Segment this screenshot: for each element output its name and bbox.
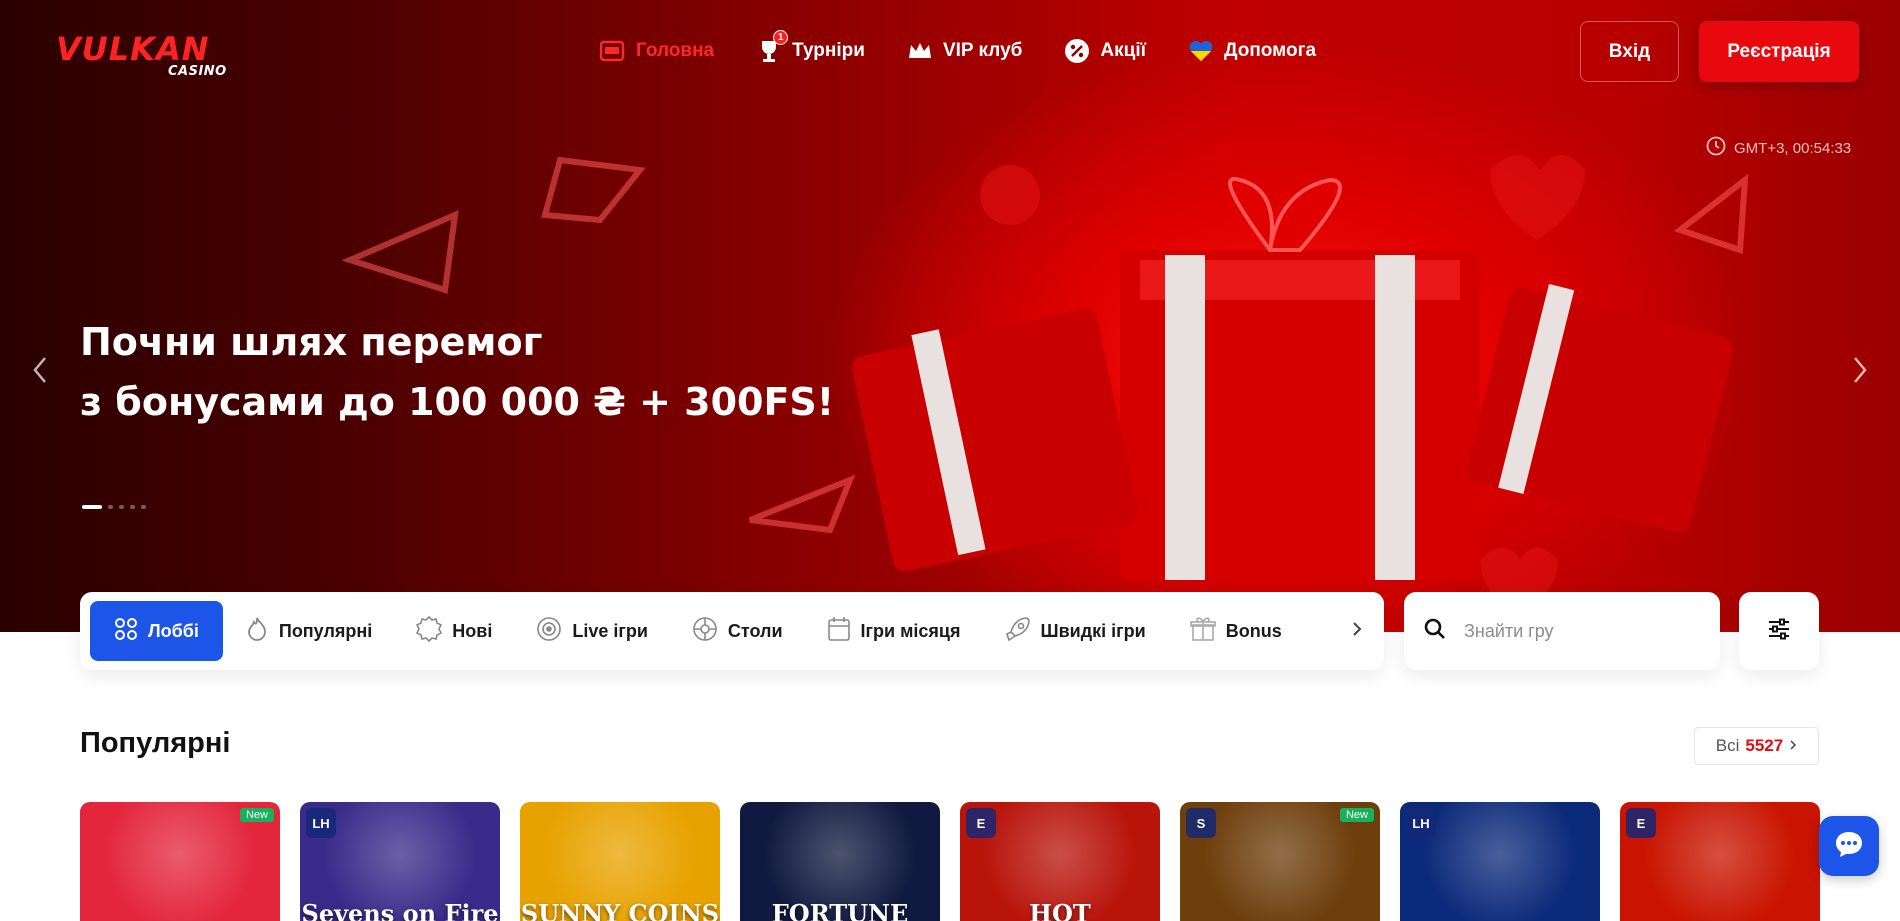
game-grid: New LH Sevens on Fire SUNNY COINS FORTUNE E HO… bbox=[80, 802, 1820, 921]
game-title: FORTUNE bbox=[771, 899, 909, 921]
calendar-icon bbox=[827, 616, 851, 647]
vulkan-logo[interactable]: VULKAN CASINO bbox=[56, 22, 246, 84]
category-label: Ігри місяця bbox=[860, 620, 961, 641]
nav-item-vip[interactable]: VIP клуб bbox=[907, 38, 1022, 64]
grid-icon bbox=[114, 617, 138, 646]
chevron-right-icon bbox=[1789, 736, 1797, 756]
tournaments-badge: 1 bbox=[773, 30, 789, 45]
category-label: Нові bbox=[452, 620, 493, 641]
search-icon bbox=[1424, 618, 1446, 645]
category-label: Bonus bbox=[1225, 620, 1282, 641]
category-bar: Лоббі Популярні Нові Live ігри Столи Ігр… bbox=[80, 592, 1384, 670]
logo-text: VULKAN bbox=[56, 30, 210, 68]
nav-label-tournaments: Турніри bbox=[792, 40, 865, 61]
new-icon bbox=[416, 615, 443, 647]
new-badge: New bbox=[239, 808, 274, 822]
heart-icon bbox=[1188, 38, 1214, 64]
category-bonus[interactable]: Bonus bbox=[1168, 601, 1304, 661]
category-new[interactable]: Нові bbox=[394, 601, 514, 661]
category-lobby[interactable]: Лоббі bbox=[90, 601, 223, 661]
game-tile[interactable]: New bbox=[80, 802, 280, 921]
slider-dot[interactable] bbox=[130, 505, 135, 509]
site-header: VULKAN CASINO Головна 1 Турніри VIP клуб bbox=[0, 0, 1900, 110]
game-title: SUNNY COINS bbox=[520, 899, 720, 921]
nav-label-vip: VIP клуб bbox=[942, 40, 1023, 61]
nav-label-home: Головна bbox=[636, 40, 715, 61]
new-badge: New bbox=[1339, 808, 1374, 822]
search-box bbox=[1404, 592, 1720, 670]
chevron-right-icon bbox=[1852, 356, 1868, 389]
slider-dots bbox=[82, 505, 146, 509]
slider-prev-button[interactable] bbox=[20, 352, 60, 392]
category-label: Лоббі bbox=[148, 620, 199, 641]
roulette-icon bbox=[692, 616, 718, 647]
trophy-icon: 1 bbox=[756, 30, 789, 64]
category-scroll-right[interactable] bbox=[1304, 592, 1384, 670]
category-popular[interactable]: Популярні bbox=[223, 601, 394, 661]
game-title: Sevens on Fire bbox=[301, 899, 499, 921]
crown-icon bbox=[907, 38, 933, 64]
view-all-label: Всі bbox=[1715, 736, 1740, 755]
nav-label-promotions: Акції bbox=[1100, 40, 1146, 61]
game-tile[interactable]: FORTUNE bbox=[740, 802, 940, 921]
slider-next-button[interactable] bbox=[1840, 352, 1880, 392]
rocket-icon bbox=[1005, 616, 1031, 647]
game-tile[interactable]: S New bbox=[1180, 802, 1380, 921]
clock-text: GMT+3, 00:54:33 bbox=[1734, 139, 1852, 157]
provider-logo: LH bbox=[306, 808, 336, 838]
hero-headline: Почни шлях перемог з бонусами до 100 000… bbox=[80, 312, 834, 432]
hero-line-1: Почни шлях перемог bbox=[80, 320, 543, 364]
gift-icon bbox=[1189, 616, 1216, 647]
chevron-right-icon bbox=[1352, 621, 1362, 642]
chat-button[interactable] bbox=[1819, 816, 1879, 876]
game-tile[interactable]: E bbox=[1620, 802, 1820, 921]
nav-item-tournaments[interactable]: 1 Турніри bbox=[756, 30, 865, 64]
game-tile[interactable]: SUNNY COINS bbox=[520, 802, 720, 921]
game-title: HOT bbox=[1029, 899, 1091, 921]
category-label: Швидкі ігри bbox=[1040, 620, 1146, 641]
category-label: Популярні bbox=[278, 620, 373, 641]
register-button[interactable]: Реєстрація bbox=[1699, 21, 1859, 82]
category-live[interactable]: Live ігри bbox=[514, 601, 670, 661]
category-tables[interactable]: Столи bbox=[670, 601, 805, 661]
live-icon bbox=[536, 616, 562, 647]
category-month-games[interactable]: Ігри місяця bbox=[805, 601, 983, 661]
game-tile[interactable]: LH Sevens on Fire bbox=[300, 802, 500, 921]
login-button[interactable]: Вхід bbox=[1580, 21, 1679, 82]
provider-logo: E bbox=[966, 808, 996, 838]
slider-dot[interactable] bbox=[119, 505, 124, 509]
nav-item-home[interactable]: Головна bbox=[600, 38, 714, 64]
provider-logo: S bbox=[1186, 808, 1216, 838]
fire-icon bbox=[245, 616, 269, 647]
filter-button[interactable] bbox=[1739, 592, 1819, 670]
chat-icon bbox=[1834, 830, 1864, 863]
slot-machine-icon bbox=[600, 38, 626, 64]
provider-logo: LH bbox=[1406, 808, 1436, 838]
nav-item-promotions[interactable]: Акції bbox=[1064, 38, 1146, 64]
category-label: Столи bbox=[727, 620, 783, 641]
section-title-popular: Популярні bbox=[80, 727, 231, 759]
logo-subtext: CASINO bbox=[168, 64, 227, 79]
clock-icon bbox=[1706, 136, 1726, 160]
game-tile[interactable]: LH bbox=[1400, 802, 1600, 921]
filter-sliders-icon bbox=[1767, 618, 1791, 645]
slider-dot[interactable] bbox=[82, 505, 102, 509]
view-all-button[interactable]: Всі 5527 bbox=[1694, 727, 1819, 765]
slider-dot[interactable] bbox=[108, 505, 113, 509]
hero-line-2: з бонусами до 100 000 ₴ + 300FS! bbox=[80, 380, 835, 424]
game-tile[interactable]: E HOT bbox=[960, 802, 1160, 921]
nav-item-help[interactable]: Допомога bbox=[1188, 38, 1316, 64]
percent-icon bbox=[1064, 38, 1090, 64]
category-label: Live ігри bbox=[572, 620, 648, 641]
view-all-count: 5527 bbox=[1745, 736, 1784, 755]
chevron-left-icon bbox=[32, 356, 48, 389]
slider-dot[interactable] bbox=[141, 505, 146, 509]
search-input[interactable] bbox=[1464, 620, 1694, 642]
main-nav: Головна 1 Турніри VIP клуб Акції Допомог… bbox=[600, 30, 1316, 68]
provider-logo: E bbox=[1626, 808, 1656, 838]
clock: GMT+3, 00:54:33 bbox=[1706, 136, 1851, 160]
nav-label-help: Допомога bbox=[1223, 40, 1317, 61]
category-quick-games[interactable]: Швидкі ігри bbox=[983, 601, 1168, 661]
